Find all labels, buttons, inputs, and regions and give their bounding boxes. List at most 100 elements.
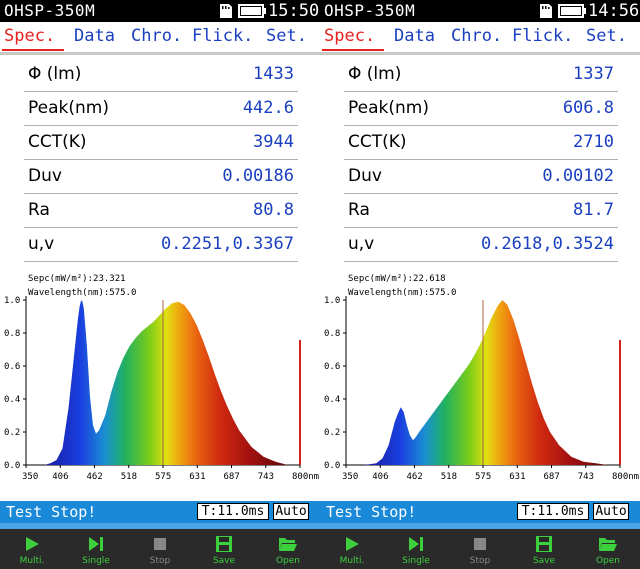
measurement-label: Peak(nm) — [348, 98, 429, 118]
device-screen-left: OHSP-350M 15:50 Spec. Data Chro. Flick. … — [0, 0, 320, 569]
toolbar-label: Open — [275, 556, 301, 566]
spectrum-svg: 0.0 0.2 0.4 0.6 0.8 1.0 350 406 462 518 575 631 687 7… — [324, 274, 639, 482]
multi-button[interactable]: Multi. — [320, 529, 384, 569]
step-forward-icon — [409, 537, 423, 551]
x-tick-label: 800nm — [612, 472, 639, 482]
tab-set[interactable]: Set. — [586, 26, 627, 46]
measurement-row: Φ (lm) 1433 — [24, 58, 298, 92]
folder-open-icon — [599, 538, 617, 551]
x-tick-label: 743 — [258, 472, 274, 482]
tab-data[interactable]: Data — [74, 26, 115, 46]
measurement-label: Peak(nm) — [28, 98, 109, 118]
toolbar-label: Stop — [469, 556, 491, 566]
toolbar-label: Single — [82, 556, 110, 566]
play-icon — [26, 537, 39, 551]
folder-open-icon — [279, 538, 297, 551]
measurement-row: CCT(K) 3944 — [24, 126, 298, 160]
single-button[interactable]: Single — [384, 529, 448, 569]
battery-icon — [558, 4, 586, 18]
clock: 14:56 — [588, 1, 640, 21]
tab-chro[interactable]: Chro. — [451, 26, 502, 46]
level-indicator — [299, 340, 301, 465]
device-name: OHSP-350M — [4, 1, 96, 20]
tab-chro[interactable]: Chro. — [131, 26, 182, 46]
y-tick-label: 0.8 — [324, 329, 340, 339]
measurement-value: 1337 — [573, 64, 614, 84]
battery-icon — [238, 4, 266, 18]
y-tick-label: 1.0 — [324, 296, 340, 306]
tab-spec[interactable]: Spec. — [324, 26, 375, 46]
status-bar: OHSP-350M 14:56 — [320, 0, 640, 22]
measurement-value: 606.8 — [562, 98, 614, 118]
measurement-row: u,v 0.2251,0.3367 — [24, 228, 298, 262]
measurement-label: Ra — [28, 200, 50, 220]
save-button[interactable]: Save — [192, 529, 256, 569]
stop-button[interactable]: Stop — [128, 529, 192, 569]
tab-flick[interactable]: Flick. — [192, 26, 253, 46]
save-icon — [536, 536, 552, 552]
x-tick-label: 406 — [52, 472, 68, 482]
integration-time-box[interactable]: T:11.0ms — [197, 503, 269, 520]
measurement-value: 80.8 — [253, 200, 294, 220]
x-tick-label: 350 — [22, 472, 38, 482]
tab-divider — [320, 52, 640, 55]
auto-mode-box[interactable]: Auto — [593, 503, 629, 520]
y-tick-label: 1.0 — [4, 296, 20, 306]
x-tick-label: 687 — [544, 472, 560, 482]
measurement-value: 3944 — [253, 132, 294, 152]
toolbar-label: Single — [402, 556, 430, 566]
measurement-row: Ra 80.8 — [24, 194, 298, 228]
measurement-value: 0.00102 — [542, 166, 614, 186]
y-tick-label: 0.6 — [324, 362, 340, 372]
status-line: Test Stop! T:11.0ms Auto — [0, 501, 320, 523]
x-tick-label: 518 — [121, 472, 137, 482]
measurement-value: 0.00186 — [222, 166, 294, 186]
x-tick-label: 406 — [372, 472, 388, 482]
measurement-row: Peak(nm) 442.6 — [24, 92, 298, 126]
bottom-toolbar: Multi. Single Stop Save Open — [320, 529, 640, 569]
tab-divider — [0, 52, 320, 55]
measurement-label: u,v — [28, 234, 55, 254]
measurement-row: Duv 0.00186 — [24, 160, 298, 194]
tab-flick[interactable]: Flick. — [512, 26, 573, 46]
auto-mode-box[interactable]: Auto — [273, 503, 309, 520]
stop-icon — [474, 538, 486, 550]
wavelength-readout: Wavelength(nm):575.0 — [348, 288, 456, 298]
integration-time-box[interactable]: T:11.0ms — [517, 503, 589, 520]
single-button[interactable]: Single — [64, 529, 128, 569]
tab-set[interactable]: Set. — [266, 26, 307, 46]
measurement-value: 0.2251,0.3367 — [160, 234, 294, 254]
play-icon — [346, 537, 359, 551]
sd-card-icon — [540, 4, 552, 18]
status-line: Test Stop! T:11.0ms Auto — [320, 501, 640, 523]
toolbar-label: Save — [532, 556, 556, 566]
open-button[interactable]: Open — [256, 529, 320, 569]
measurement-label: Ra — [348, 200, 370, 220]
measurement-label: Duv — [28, 166, 62, 186]
open-button[interactable]: Open — [576, 529, 640, 569]
x-tick-label: 350 — [342, 472, 358, 482]
status-message: Test Stop! — [6, 503, 97, 521]
measurement-value: 0.2618,0.3524 — [480, 234, 614, 254]
measurement-row: Duv 0.00102 — [344, 160, 618, 194]
measurement-value: 81.7 — [573, 200, 614, 220]
save-button[interactable]: Save — [512, 529, 576, 569]
tab-spec[interactable]: Spec. — [4, 26, 55, 46]
toolbar-label: Stop — [149, 556, 171, 566]
sepc-readout: Sepc(mW/m²):22.618 — [348, 274, 446, 284]
x-tick-label: 575 — [475, 472, 491, 482]
x-tick-label: 575 — [155, 472, 171, 482]
y-tick-label: 0.0 — [4, 461, 20, 471]
spectrum-area — [44, 300, 288, 465]
x-tick-label: 800nm — [292, 472, 319, 482]
measurement-label: u,v — [348, 234, 375, 254]
tab-data[interactable]: Data — [394, 26, 435, 46]
measurement-label: Duv — [348, 166, 382, 186]
wavelength-readout: Wavelength(nm):575.0 — [28, 288, 136, 298]
stop-button[interactable]: Stop — [448, 529, 512, 569]
measurement-row: Φ (lm) 1337 — [344, 58, 618, 92]
multi-button[interactable]: Multi. — [0, 529, 64, 569]
spectrum-chart: 0.0 0.2 0.4 0.6 0.8 1.0 350 406 462 518 575 631 687 7… — [0, 268, 320, 496]
measurement-table: Φ (lm) 1433 Peak(nm) 442.6 CCT(K) 3944 Duv 0… — [24, 58, 298, 262]
measurement-table: Φ (lm) 1337 Peak(nm) 606.8 CCT(K) 2710 Duv 0… — [344, 58, 618, 262]
